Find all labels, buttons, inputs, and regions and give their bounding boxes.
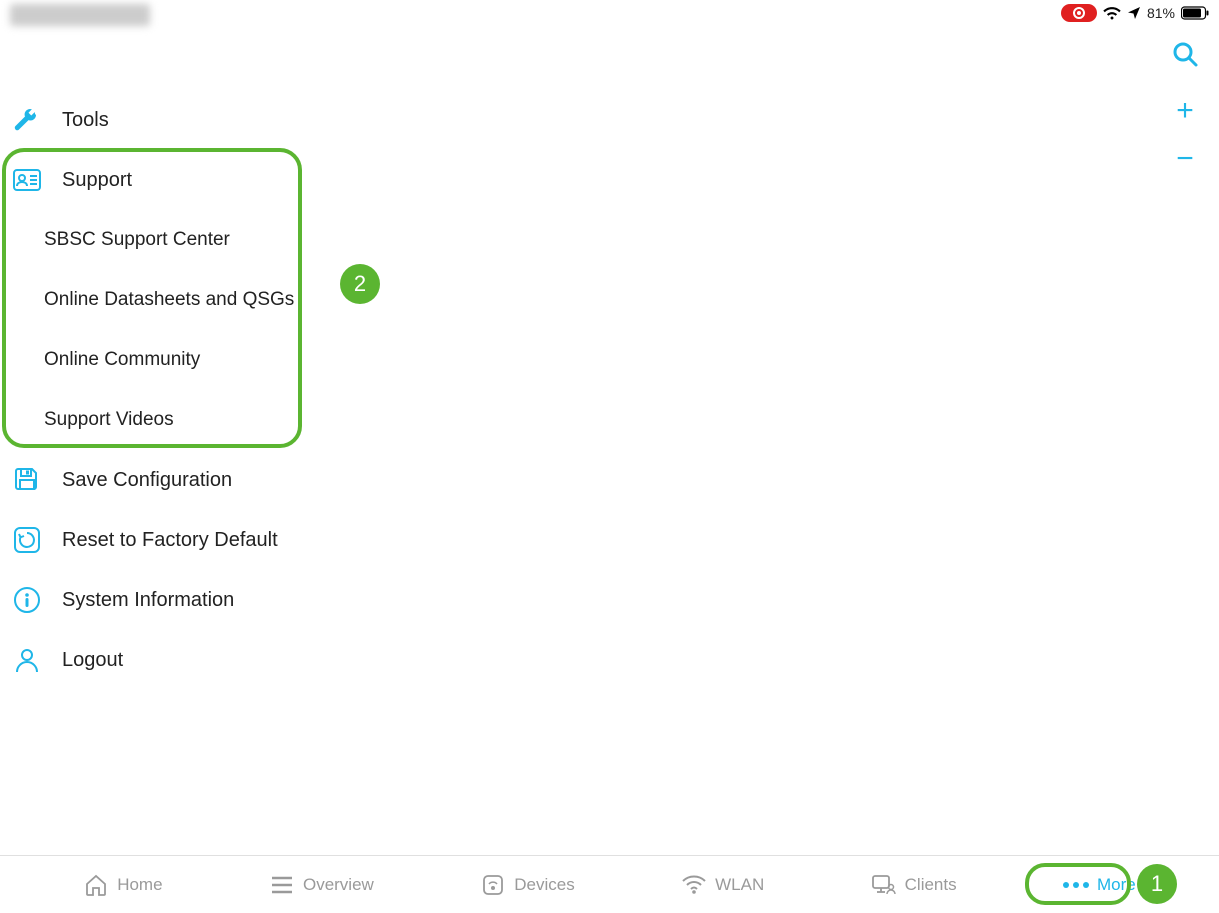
system-info-item[interactable]: System Information [10, 570, 410, 630]
nav-home[interactable]: Home [83, 872, 162, 898]
zoom-out-button[interactable]: − [1176, 149, 1194, 169]
wlan-icon [681, 872, 707, 898]
reset-icon [10, 523, 44, 557]
status-bar: 81% [1061, 4, 1209, 22]
window-title-blurred [10, 4, 150, 26]
logout-label: Logout [62, 649, 123, 672]
nav-wlan-label: WLAN [715, 875, 764, 895]
recording-indicator-icon [1061, 4, 1097, 22]
tools-item[interactable]: Tools [10, 90, 410, 150]
save-config-item[interactable]: Save Configuration [10, 450, 410, 510]
factory-reset-label: Reset to Factory Default [62, 529, 278, 552]
logout-item[interactable]: Logout [10, 630, 410, 690]
wrench-icon [10, 103, 44, 137]
map-tools: + − [1171, 40, 1199, 169]
nav-home-label: Home [117, 875, 162, 895]
more-dots-icon [1063, 872, 1089, 898]
nav-clients-label: Clients [905, 875, 957, 895]
floppy-disk-icon [10, 463, 44, 497]
nav-more-label: More [1097, 875, 1136, 895]
support-sub-sbsc[interactable]: SBSC Support Center [10, 210, 410, 270]
support-sub-videos[interactable]: Support Videos [10, 390, 410, 450]
support-label: Support [62, 169, 132, 192]
nav-more[interactable]: More [1063, 872, 1136, 898]
tools-label: Tools [62, 109, 109, 132]
support-item[interactable]: Support [10, 150, 410, 210]
save-config-label: Save Configuration [62, 469, 232, 492]
factory-reset-item[interactable]: Reset to Factory Default [10, 510, 410, 570]
nav-wlan[interactable]: WLAN [681, 872, 764, 898]
nav-overview[interactable]: Overview [269, 872, 374, 898]
location-icon [1127, 6, 1141, 20]
id-card-icon [10, 163, 44, 197]
nav-devices-label: Devices [514, 875, 574, 895]
wifi-icon [1103, 6, 1121, 20]
battery-icon [1181, 6, 1209, 20]
clients-icon [871, 872, 897, 898]
callout-badge-1: 1 [1137, 864, 1177, 904]
more-menu: Tools Support SBSC Support Center Online… [10, 90, 410, 690]
info-icon [10, 583, 44, 617]
user-icon [10, 643, 44, 677]
system-info-label: System Information [62, 589, 234, 612]
nav-overview-label: Overview [303, 875, 374, 895]
home-icon [83, 872, 109, 898]
nav-clients[interactable]: Clients [871, 872, 957, 898]
nav-devices[interactable]: Devices [480, 872, 574, 898]
bottom-nav: Home Overview Devices WLAN Clients More [0, 855, 1219, 913]
battery-percentage: 81% [1147, 5, 1175, 21]
device-icon [480, 872, 506, 898]
callout-badge-2: 2 [340, 264, 380, 304]
search-icon[interactable] [1171, 40, 1199, 73]
zoom-in-button[interactable]: + [1176, 101, 1194, 121]
support-sub-community[interactable]: Online Community [10, 330, 410, 390]
menu-lines-icon [269, 872, 295, 898]
